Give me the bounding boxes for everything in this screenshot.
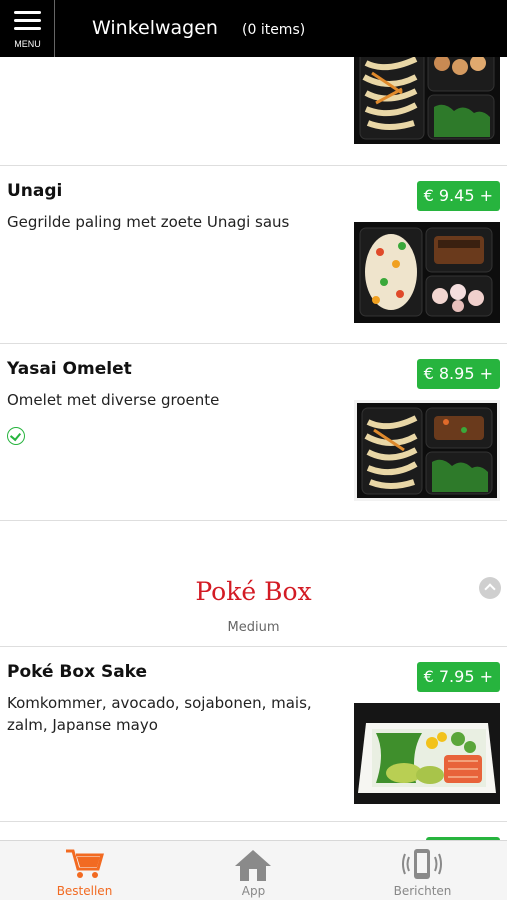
price-button[interactable]: € 9.45 + bbox=[416, 181, 500, 211]
item-name: Yasai Omelet bbox=[7, 359, 132, 379]
item-description: Omelet met diverse groente bbox=[7, 391, 220, 409]
list-item[interactable]: Yasai Omelet Omelet met diverse groente … bbox=[0, 344, 507, 521]
top-bar: MENU Winkelwagen (0 items) bbox=[0, 0, 507, 57]
hamburger-icon bbox=[14, 11, 41, 35]
cart-icon bbox=[66, 849, 104, 878]
tab-berichten[interactable]: Berichten bbox=[338, 841, 507, 901]
food-image bbox=[354, 703, 500, 804]
menu-button[interactable]: MENU bbox=[0, 0, 55, 57]
page-title: Winkelwagen bbox=[92, 17, 218, 39]
section-title: Poké Box bbox=[195, 577, 312, 606]
cart-count: (0 items) bbox=[242, 22, 306, 38]
food-image bbox=[354, 222, 500, 323]
food-image bbox=[354, 57, 500, 144]
tab-app[interactable]: App bbox=[169, 841, 338, 901]
tab-bar: Bestellen App Berichten bbox=[0, 840, 507, 900]
price-button[interactable]: € 7.95 + bbox=[416, 662, 500, 692]
vegetarian-icon bbox=[7, 427, 25, 445]
menu-label: MENU bbox=[14, 39, 41, 49]
menu-list[interactable]: Unagi Gegrilde paling met zoete Unagi sa… bbox=[0, 57, 507, 840]
list-item[interactable] bbox=[0, 57, 507, 166]
food-image bbox=[354, 400, 500, 501]
item-name: Unagi bbox=[7, 181, 63, 201]
tab-label: Bestellen bbox=[56, 884, 113, 898]
tab-label: Berichten bbox=[393, 884, 452, 898]
tab-bestellen[interactable]: Bestellen bbox=[0, 841, 169, 901]
price-button[interactable]: € 8.95 + bbox=[416, 359, 500, 389]
home-icon bbox=[235, 850, 271, 881]
tab-label: App bbox=[241, 884, 266, 898]
list-item[interactable]: Unagi Gegrilde paling met zoete Unagi sa… bbox=[0, 166, 507, 344]
section-subtitle: Medium bbox=[227, 620, 280, 635]
item-name: Poké Box Sake bbox=[7, 662, 148, 682]
collapse-arrow-icon[interactable] bbox=[479, 577, 501, 599]
list-item[interactable]: Poké Box Sake Komkommer, avocado, sojabo… bbox=[0, 647, 507, 822]
phone-vibrate-icon bbox=[402, 849, 442, 879]
item-description: Komkommer, avocado, sojabonen, mais, zal… bbox=[7, 694, 312, 734]
item-description: Gegrilde paling met zoete Unagi saus bbox=[7, 213, 290, 231]
